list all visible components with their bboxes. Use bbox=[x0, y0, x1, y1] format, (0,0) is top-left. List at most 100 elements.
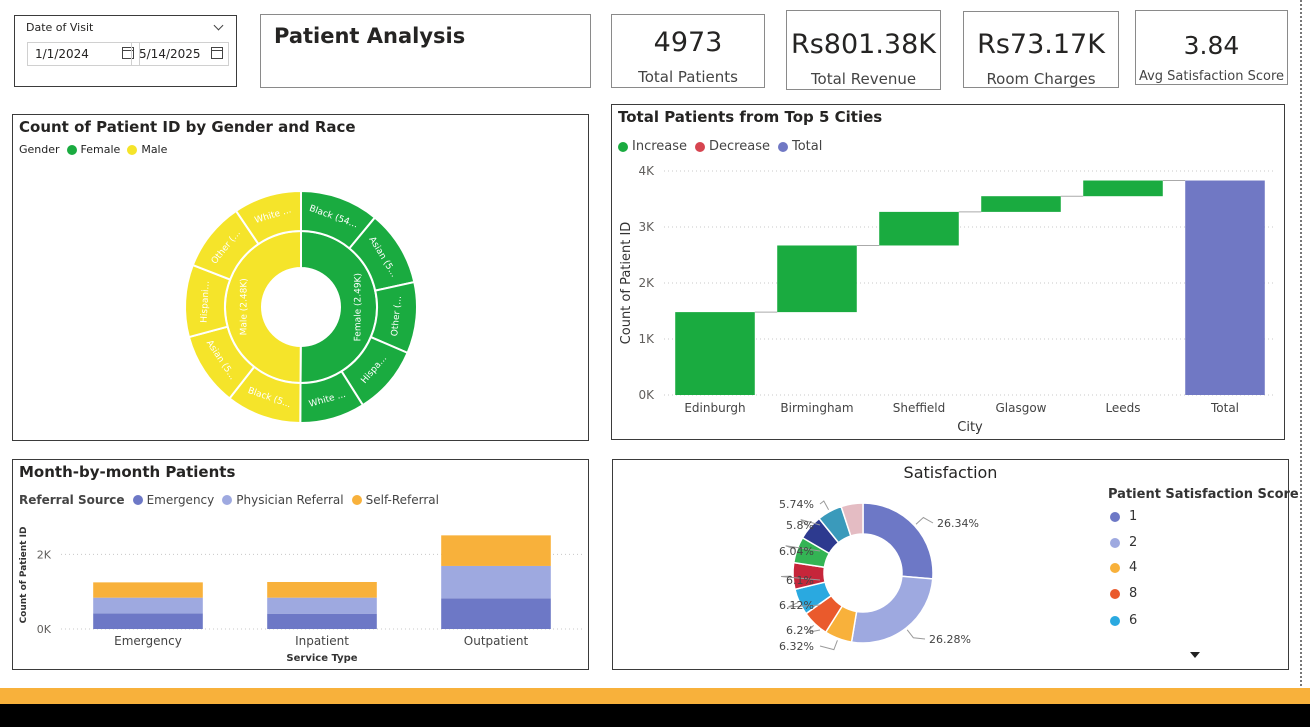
stacked-bar-segment bbox=[267, 581, 377, 598]
legend-item[interactable]: 4 bbox=[1110, 560, 1137, 575]
donut-slice bbox=[850, 575, 934, 644]
waterfall-chart: 0K 1K 2K 3K 4K Edinburgh Birmingham Sheffield Gl… bbox=[619, 164, 1276, 435]
waterfall-bar bbox=[777, 245, 857, 313]
x-tick-label: Total bbox=[1210, 401, 1239, 415]
legend-dot bbox=[1110, 537, 1120, 548]
x-axis-title: City bbox=[957, 420, 983, 435]
footer-band bbox=[0, 704, 1310, 727]
date-slicer-label: Date of Visit bbox=[26, 21, 94, 34]
page-edge-divider bbox=[1300, 0, 1302, 690]
inner-ring-label: Male (2.48K) bbox=[239, 278, 249, 335]
kpi-value: 4973 bbox=[653, 27, 723, 58]
x-axis-title: Service Type bbox=[286, 653, 357, 664]
y-tick-label: 0K bbox=[638, 388, 655, 402]
satisfaction-legend-title: Patient Satisfaction Score bbox=[1108, 487, 1299, 502]
waterfall-bar bbox=[879, 211, 959, 246]
monthly-patients-chart-card: Month-by-month Patients Referral Source … bbox=[12, 459, 589, 670]
kpi-total-patients: 4973 Total Patients bbox=[611, 14, 765, 88]
y-tick-label: 3K bbox=[638, 220, 655, 234]
leader-line bbox=[819, 500, 830, 510]
leader-line bbox=[906, 629, 926, 640]
legend-scroll-down-icon[interactable] bbox=[1190, 652, 1200, 658]
x-tick-label: Birmingham bbox=[780, 401, 853, 415]
x-tick-label: Edinburgh bbox=[684, 401, 745, 415]
chevron-down-icon[interactable] bbox=[213, 20, 224, 31]
data-label: 6.32% bbox=[779, 640, 814, 653]
sunburst-chart: Female (2.49K)Male (2.48K)Black (54...As… bbox=[184, 189, 418, 425]
kpi-total-revenue: Rs801.38K Total Revenue bbox=[786, 10, 941, 90]
date-slicer: Date of Visit 1/1/2024 5/14/2025 bbox=[14, 15, 237, 87]
data-label: 5.74% bbox=[779, 498, 814, 511]
y-axis-title: Count of Patient ID bbox=[19, 527, 29, 624]
leader-line bbox=[915, 516, 934, 525]
x-tick-label: Glasgow bbox=[995, 401, 1046, 415]
legend-dot bbox=[1110, 588, 1120, 599]
stacked-bar-segment bbox=[267, 613, 377, 629]
kpi-room-charges: Rs73.17K Room Charges bbox=[963, 11, 1119, 88]
accent-band bbox=[0, 688, 1310, 704]
stacked-bar-segment bbox=[93, 597, 203, 614]
donut-slice bbox=[862, 502, 934, 580]
top-cities-chart-card: Total Patients from Top 5 Cities Increas… bbox=[611, 104, 1285, 440]
x-tick-label: Emergency bbox=[114, 634, 182, 648]
stacked-bar-chart: 0K 2K Emergency Inpatient Outpatient Service … bbox=[19, 527, 583, 664]
legend-label: 1 bbox=[1129, 509, 1138, 524]
x-tick-label: Outpatient bbox=[464, 634, 529, 648]
y-tick-label: 1K bbox=[638, 332, 655, 346]
legend-label: 2 bbox=[1129, 535, 1138, 550]
stacked-bar-segment bbox=[441, 565, 551, 599]
gender-race-chart-card: Count of Patient ID by Gender and Race G… bbox=[12, 114, 589, 441]
legend-dot bbox=[1110, 511, 1120, 522]
kpi-value: 3.84 bbox=[1183, 31, 1240, 60]
page-title: Patient Analysis bbox=[274, 24, 466, 48]
kpi-label: Total Revenue bbox=[810, 70, 917, 88]
legend-label: 4 bbox=[1129, 560, 1138, 575]
legend-dot bbox=[1110, 562, 1120, 573]
waterfall-bar bbox=[981, 196, 1061, 212]
kpi-avg-satisfaction: 3.84 Avg Satisfaction Score bbox=[1135, 10, 1288, 85]
legend-item[interactable]: 6 bbox=[1110, 613, 1137, 628]
x-tick-label: Inpatient bbox=[295, 634, 349, 648]
start-date-value: 1/1/2024 bbox=[35, 47, 89, 61]
data-label: 6.12% bbox=[779, 599, 814, 612]
stacked-bar-segment bbox=[441, 535, 551, 566]
x-tick-label: Leeds bbox=[1105, 401, 1140, 415]
waterfall-bar bbox=[1185, 180, 1265, 395]
kpi-label: Total Patients bbox=[638, 68, 738, 86]
kpi-label: Avg Satisfaction Score bbox=[1138, 69, 1285, 84]
leader-line bbox=[819, 640, 838, 651]
end-date-value: 5/14/2025 bbox=[139, 47, 201, 61]
stacked-bar-segment bbox=[267, 597, 377, 614]
y-tick-label: 4K bbox=[638, 164, 655, 178]
waterfall-bar bbox=[1083, 180, 1163, 197]
legend-item[interactable]: 2 bbox=[1110, 535, 1137, 550]
kpi-value: Rs801.38K bbox=[790, 29, 936, 60]
legend-item[interactable]: 8 bbox=[1110, 586, 1137, 601]
legend-item[interactable]: 1 bbox=[1110, 509, 1137, 524]
data-label: 5.8% bbox=[786, 519, 814, 532]
end-date-input[interactable]: 5/14/2025 bbox=[131, 42, 229, 66]
y-tick-label: 0K bbox=[37, 623, 52, 636]
data-label: 6.2% bbox=[786, 624, 814, 637]
y-axis-title: Count of Patient ID bbox=[619, 222, 634, 345]
data-label: 6.1% bbox=[786, 574, 814, 587]
data-label: 26.28% bbox=[929, 633, 971, 646]
legend-label: 8 bbox=[1129, 586, 1138, 601]
stacked-bar-segment bbox=[93, 582, 203, 598]
stacked-bar-segment bbox=[441, 598, 551, 629]
waterfall-bar bbox=[675, 312, 755, 395]
calendar-icon[interactable] bbox=[211, 47, 223, 59]
y-tick-label: 2K bbox=[37, 548, 52, 561]
inner-ring-label: Female (2.49K) bbox=[353, 273, 363, 341]
x-tick-label: Sheffield bbox=[893, 401, 946, 415]
legend-label: 6 bbox=[1129, 613, 1138, 628]
start-date-input[interactable]: 1/1/2024 bbox=[27, 42, 140, 66]
page-title-card: Patient Analysis bbox=[260, 14, 591, 88]
kpi-value: Rs73.17K bbox=[977, 29, 1105, 60]
y-tick-label: 2K bbox=[638, 276, 655, 290]
legend-dot bbox=[1110, 615, 1120, 626]
kpi-label: Room Charges bbox=[986, 70, 1096, 88]
data-label: 6.04% bbox=[779, 545, 814, 558]
data-label: 26.34% bbox=[937, 517, 979, 530]
stacked-bar-segment bbox=[93, 613, 203, 629]
